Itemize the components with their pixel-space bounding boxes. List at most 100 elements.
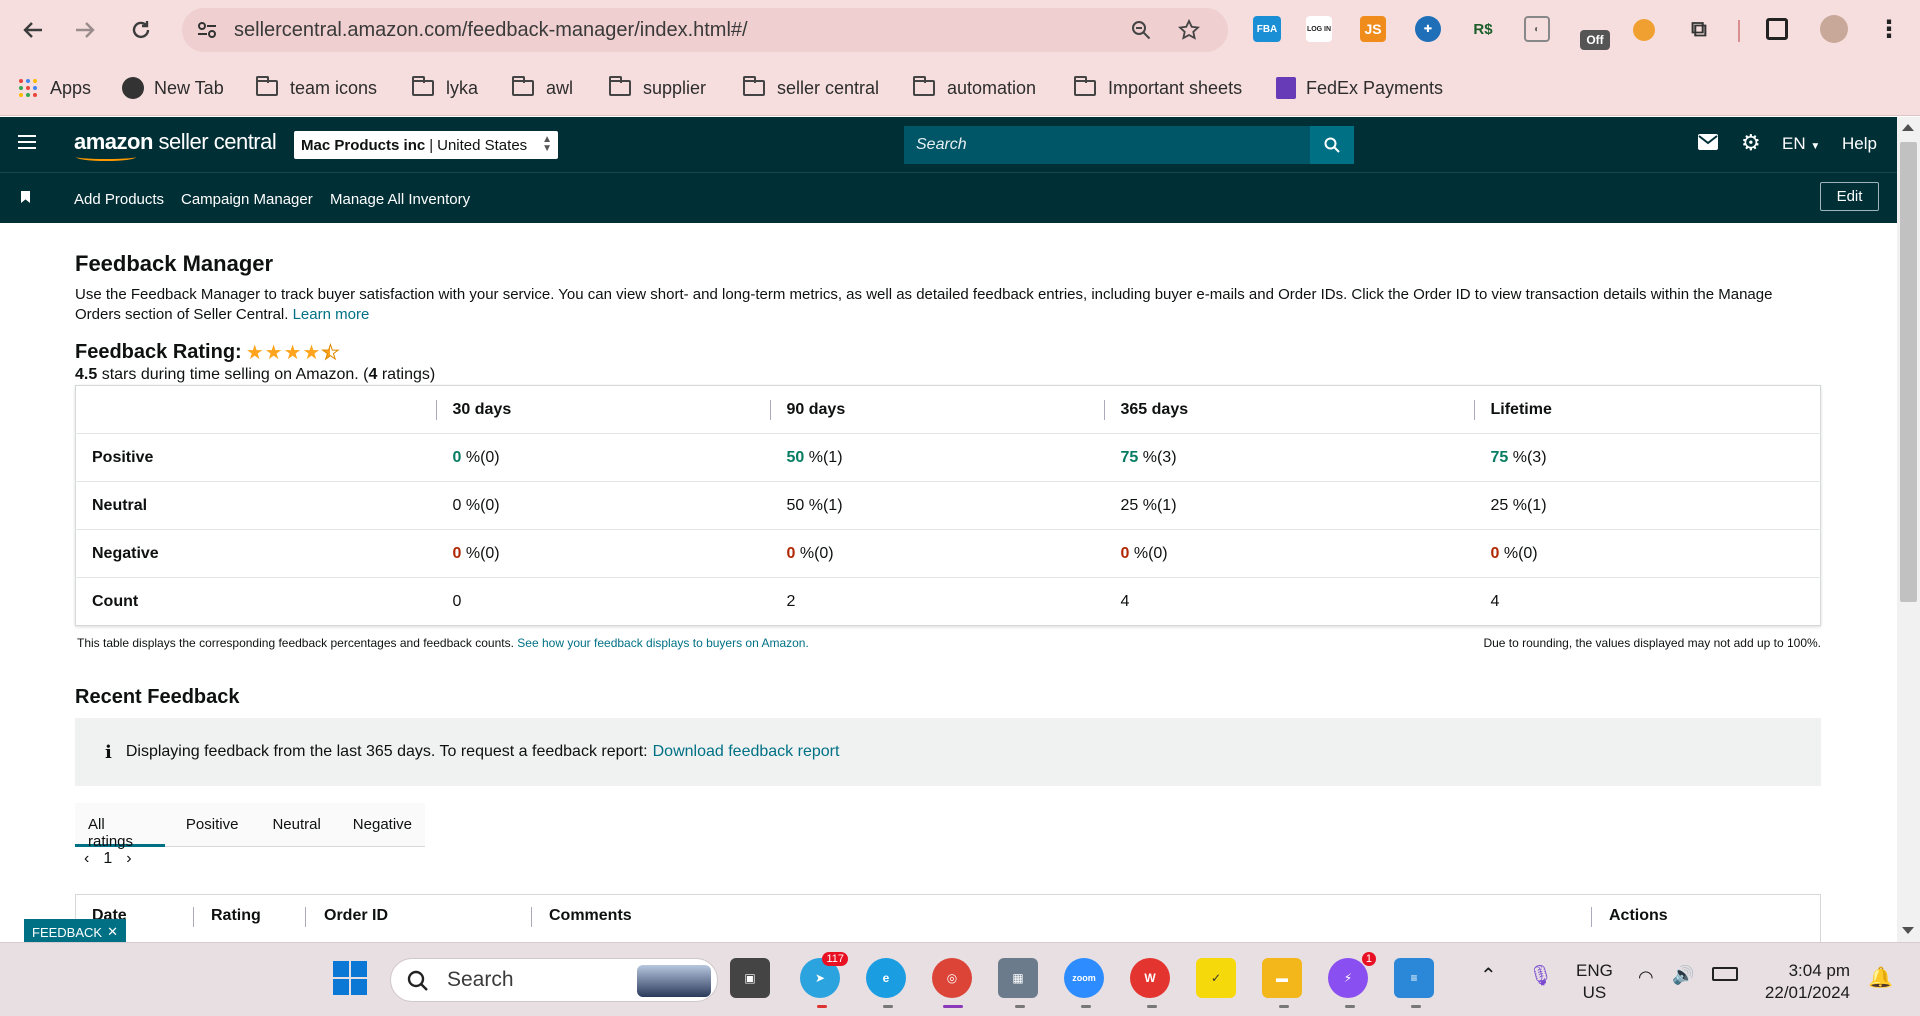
star-full-icon: ★ — [264, 342, 283, 364]
address-bar[interactable]: sellercentral.amazon.com/feedback-manage… — [182, 8, 1228, 52]
calculator-icon[interactable]: ▦ — [998, 958, 1038, 998]
task-view-icon[interactable]: ▣ — [730, 958, 770, 998]
language-selector[interactable]: EN ▼ — [1782, 134, 1820, 154]
wps-office-icon[interactable]: W — [1130, 958, 1170, 998]
folder-icon — [1074, 76, 1096, 96]
close-icon[interactable]: ✕ — [107, 924, 118, 940]
bookmark-star-icon[interactable] — [1178, 19, 1200, 41]
forward-icon[interactable] — [70, 15, 100, 45]
side-panel-icon[interactable] — [1766, 18, 1788, 40]
notification-bell-icon[interactable]: 🔔 — [1868, 965, 1893, 990]
folder-icon — [913, 76, 935, 96]
pct-count: %(0) — [1129, 544, 1168, 562]
wifi-icon[interactable]: ◠ — [1638, 967, 1654, 988]
volume-icon[interactable]: 🔊 — [1672, 965, 1694, 986]
search-input[interactable]: Search — [904, 126, 1310, 164]
notepad-icon[interactable]: ≡ — [1394, 958, 1434, 998]
row-label-negative: Negative — [92, 544, 159, 562]
plus-extension-icon[interactable]: ✚ — [1415, 16, 1441, 42]
page-number[interactable]: 1 — [103, 850, 112, 868]
download-report-link[interactable]: Download feedback report — [653, 743, 840, 761]
scrollbar-thumb[interactable] — [1900, 142, 1917, 602]
chrome-icon[interactable]: ◎ — [932, 958, 972, 998]
nav-add-products[interactable]: Add Products — [74, 191, 164, 208]
bookmark-important-sheets[interactable]: Important sheets — [1074, 76, 1242, 100]
site-settings-icon[interactable] — [196, 19, 218, 41]
edit-button[interactable]: Edit — [1820, 182, 1879, 211]
bookmark-icon[interactable] — [21, 191, 30, 203]
mail-icon[interactable] — [1698, 134, 1718, 155]
prev-page-icon[interactable]: ‹ — [84, 850, 89, 868]
col-30-days: 30 days — [435, 386, 770, 434]
cell: 0 %(0) — [1474, 530, 1821, 578]
learn-more-link[interactable]: Learn more — [293, 306, 370, 323]
help-link[interactable]: Help — [1842, 134, 1877, 154]
js-extension-icon[interactable]: JS — [1360, 16, 1386, 42]
microphone-icon[interactable]: 🎙 — [1528, 963, 1553, 988]
file-explorer-icon[interactable]: ▬ — [1262, 958, 1302, 998]
reload-icon[interactable] — [126, 15, 156, 45]
login-extension-icon[interactable]: LOG IN — [1306, 16, 1332, 42]
battery-icon[interactable] — [1712, 967, 1738, 981]
scroll-down-icon[interactable] — [1902, 927, 1914, 934]
firefox-extension-icon[interactable] — [1633, 19, 1655, 41]
next-page-icon[interactable]: › — [126, 850, 131, 868]
chevron-down-icon: ▼ — [1810, 141, 1821, 152]
menu-kebab-icon[interactable]: ⋮ — [1876, 16, 1902, 43]
profile-avatar[interactable] — [1820, 15, 1848, 43]
edge-icon[interactable]: e — [866, 958, 906, 998]
bookmark-apps[interactable]: Apps — [18, 76, 91, 100]
bookmark-awl[interactable]: awl — [512, 76, 573, 100]
back-icon[interactable] — [18, 15, 48, 45]
taskbar-search-input[interactable]: Search — [390, 958, 718, 1002]
settings-gear-icon[interactable]: ⚙ — [1741, 130, 1761, 156]
browser-toolbar: sellercentral.amazon.com/feedback-manage… — [0, 0, 1920, 60]
messenger-icon[interactable]: ⚡ 1 — [1328, 952, 1376, 998]
chevron-up-icon[interactable]: ⌃ — [1480, 963, 1497, 988]
nav-campaign-manager[interactable]: Campaign Manager — [181, 191, 313, 208]
nav-manage-all-inventory[interactable]: Manage All Inventory — [330, 191, 470, 208]
account-switcher[interactable]: Mac Products inc | United States ▲ ▼ — [294, 131, 558, 159]
off-extension-icon[interactable]: Off — [1580, 30, 1610, 50]
bookmark-label: automation — [947, 77, 1037, 98]
bookmark-team-icons[interactable]: team icons — [256, 76, 377, 100]
tab-neutral[interactable]: Neutral — [259, 803, 333, 847]
bookmark-label: awl — [546, 77, 574, 98]
active-indicator — [943, 1005, 963, 1008]
sticky-notes-icon[interactable]: ✓ — [1196, 958, 1236, 998]
running-indicator — [1345, 1005, 1355, 1008]
tab-negative[interactable]: Negative — [340, 803, 425, 847]
fba-extension-icon[interactable]: FBA — [1253, 16, 1281, 42]
zoom-icon[interactable] — [1130, 19, 1152, 41]
col-divider — [305, 907, 306, 927]
bookmark-seller-central[interactable]: seller central — [743, 76, 879, 100]
buyer-display-link[interactable]: See how your feedback displays to buyers… — [517, 636, 809, 650]
bookmark-label: FedEx Payments — [1306, 77, 1444, 98]
bookmark-label: New Tab — [154, 77, 224, 98]
telegram-icon[interactable]: ➤ 117 — [800, 952, 848, 998]
bookmark-lyka[interactable]: lyka — [412, 76, 478, 100]
page-description: Use the Feedback Manager to track buyer … — [75, 285, 1821, 325]
rating-suffix: ratings) — [377, 366, 436, 383]
info-alert: i Displaying feedback from the last 365 … — [75, 718, 1821, 786]
bookmark-automation[interactable]: automation — [913, 76, 1036, 100]
extensions-puzzle-icon[interactable]: ⧉ — [1686, 16, 1712, 42]
cell: 50 %(1) — [770, 434, 1104, 482]
cycle-extension-icon[interactable]: ◐ — [1524, 16, 1550, 42]
folder-icon — [743, 76, 765, 96]
search-highlight-image — [637, 965, 711, 997]
clock[interactable]: 3:04 pm 22/01/2024 — [1752, 960, 1850, 1004]
zoom-app-icon[interactable]: zoom — [1064, 958, 1104, 998]
windows-start-icon[interactable] — [330, 958, 370, 998]
tab-all-ratings[interactable]: All ratings — [75, 803, 165, 850]
bookmark-new-tab[interactable]: New Tab — [122, 76, 224, 100]
tab-positive[interactable]: Positive — [173, 803, 252, 847]
language-indicator[interactable]: ENG US — [1576, 960, 1613, 1004]
hamburger-menu-icon[interactable] — [18, 135, 36, 149]
scroll-up-icon[interactable] — [1902, 124, 1914, 131]
bookmark-supplier[interactable]: supplier — [609, 76, 706, 100]
rs-extension-icon[interactable]: R$ — [1470, 16, 1496, 42]
bookmark-fedex-payments[interactable]: FedEx Payments — [1276, 76, 1443, 100]
amazon-seller-central-logo[interactable]: amazon seller central — [74, 129, 277, 155]
search-button[interactable] — [1310, 126, 1354, 164]
